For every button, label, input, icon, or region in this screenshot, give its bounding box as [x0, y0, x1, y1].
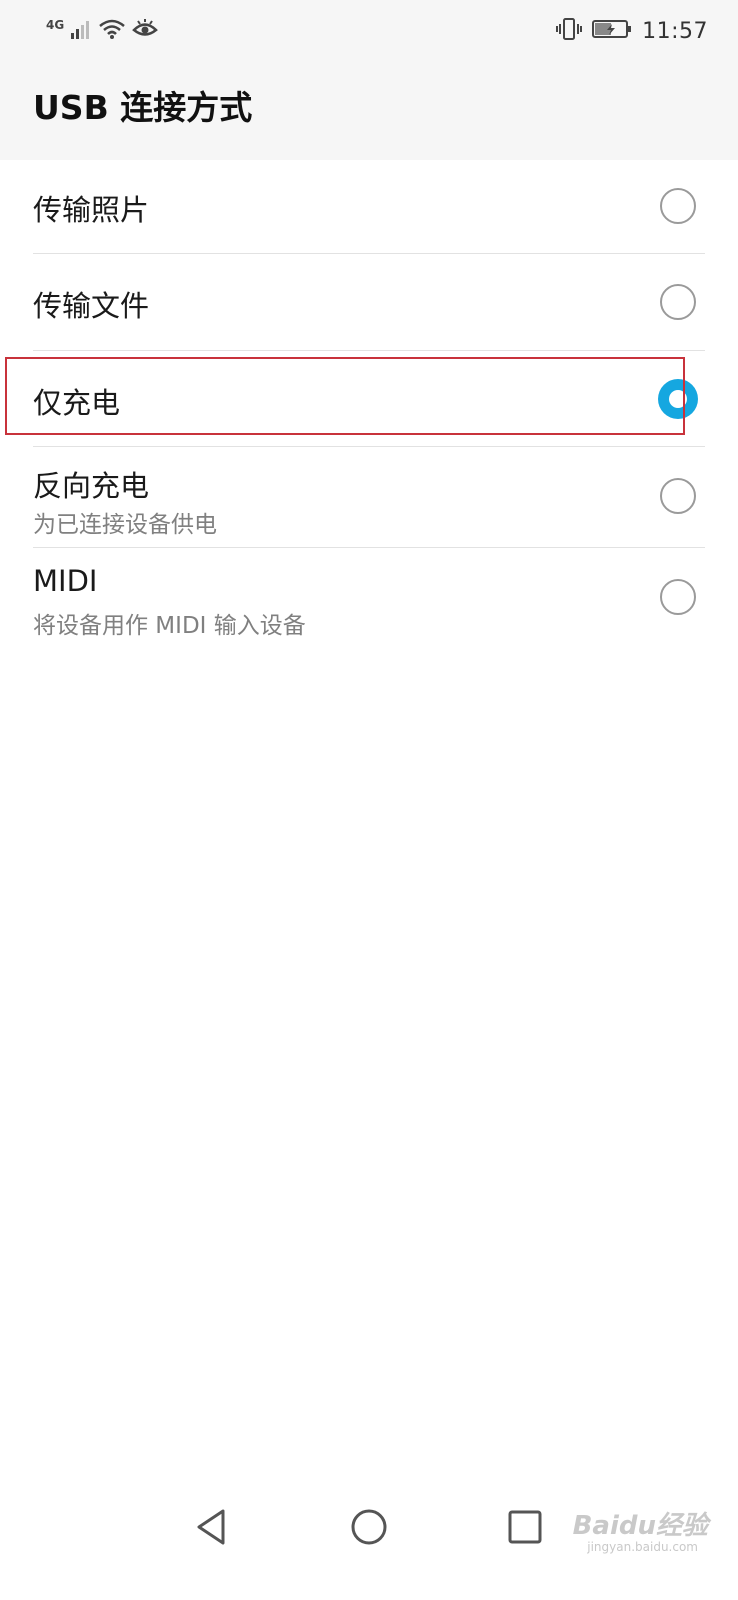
radio-button[interactable]	[660, 579, 696, 615]
option-transfer-files[interactable]: 传输文件	[0, 254, 738, 350]
battery-charging-icon	[592, 18, 632, 44]
option-title: MIDI	[33, 564, 98, 598]
option-midi[interactable]: MIDI 将设备用作 MIDI 输入设备	[0, 548, 738, 648]
recents-icon	[508, 1510, 542, 1544]
back-icon	[197, 1509, 225, 1545]
status-left: 4G	[46, 16, 159, 46]
option-title: 仅充电	[33, 386, 121, 420]
option-reverse-charging[interactable]: 反向充电 为已连接设备供电	[0, 447, 738, 547]
signal-icon	[70, 18, 92, 44]
option-title: 传输文件	[33, 289, 150, 323]
option-title: 传输照片	[33, 193, 150, 227]
page-title: USB 连接方式	[33, 88, 253, 127]
back-button[interactable]	[186, 1502, 236, 1552]
vibrate-icon	[556, 17, 583, 45]
radio-button-checked[interactable]	[658, 379, 698, 419]
home-button[interactable]	[344, 1502, 394, 1552]
radio-button[interactable]	[660, 188, 696, 224]
radio-button[interactable]	[660, 478, 696, 514]
wifi-icon	[98, 18, 126, 44]
option-subtitle: 为已连接设备供电	[33, 512, 217, 538]
recents-button[interactable]	[500, 1502, 550, 1552]
radio-button[interactable]	[660, 284, 696, 320]
watermark-site: jingyan.baidu.com	[587, 1540, 698, 1554]
option-transfer-photos[interactable]: 传输照片	[0, 160, 738, 256]
top-area: 4G 11:57 USB 连接方式	[0, 0, 738, 160]
eye-icon	[132, 18, 159, 44]
home-icon	[351, 1509, 387, 1545]
option-title: 反向充电	[33, 469, 150, 503]
status-right: 11:57	[556, 16, 708, 46]
option-subtitle: 将设备用作 MIDI 输入设备	[33, 613, 306, 639]
watermark: Baidu经验	[572, 1511, 708, 1541]
status-time: 11:57	[642, 18, 708, 44]
network-type-label: 4G	[46, 18, 65, 32]
option-charge-only[interactable]: 仅充电	[0, 351, 738, 447]
screen: 4G 11:57 USB 连接方式 传输照片 传输文件 仅充电 反向充电 为已连…	[0, 0, 738, 1600]
status-bar: 4G 11:57	[0, 0, 738, 62]
